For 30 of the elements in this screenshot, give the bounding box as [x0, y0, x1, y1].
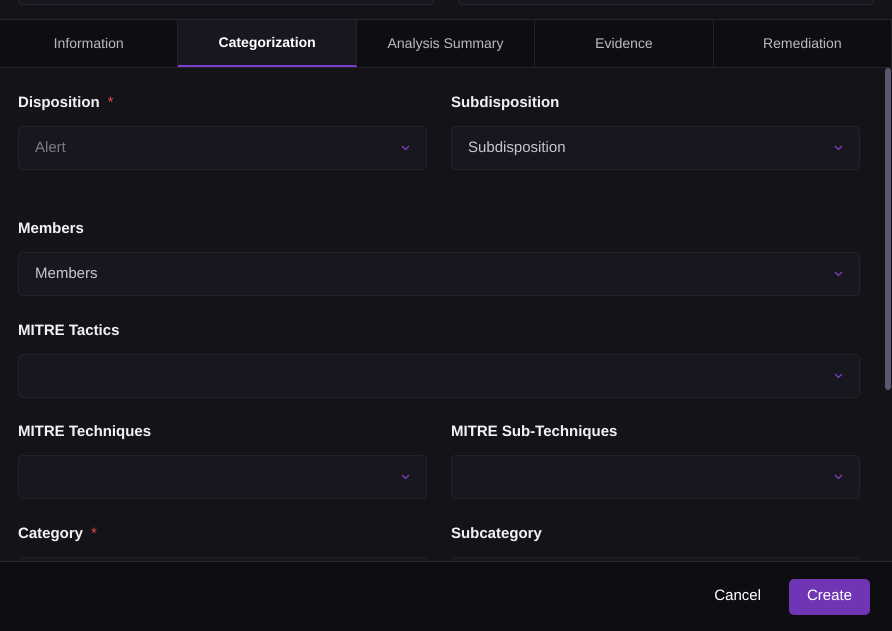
chevron-down-icon — [834, 373, 843, 379]
cancel-button[interactable]: Cancel — [714, 585, 761, 608]
field-label: MITRE Techniques — [18, 422, 152, 442]
chevron-down-icon — [834, 145, 843, 151]
field-label: Disposition — [18, 92, 100, 113]
tab[interactable]: Remediation — [714, 20, 892, 67]
select-field[interactable] — [451, 455, 860, 499]
field-label: MITRE Sub-Techniques — [451, 422, 618, 442]
field-label: Members — [18, 218, 84, 239]
chevron-down-icon — [834, 474, 843, 480]
scrollbar-thumb[interactable] — [885, 68, 891, 390]
tab[interactable]: Evidence — [535, 20, 714, 67]
input-field[interactable] — [458, 0, 874, 5]
chevron-down-icon — [401, 145, 410, 151]
field-label: Category — [18, 524, 84, 544]
required-asterisk: * — [91, 524, 97, 544]
select-field[interactable]: Members — [18, 252, 860, 296]
field-label: Subcategory — [451, 524, 542, 544]
select-field[interactable] — [18, 354, 860, 398]
select-field[interactable]: Subdisposition — [451, 126, 860, 170]
chevron-down-icon — [401, 474, 410, 480]
tab[interactable]: Categorization — [178, 20, 357, 67]
tab[interactable]: Analysis Summary — [356, 20, 536, 67]
required-asterisk: * — [108, 92, 114, 113]
create-button[interactable]: Create — [788, 578, 870, 614]
chevron-down-icon — [834, 271, 843, 277]
select-field[interactable] — [18, 455, 427, 499]
field-label: Subdisposition — [451, 92, 560, 113]
field-label: MITRE Tactics — [18, 320, 120, 341]
input-field[interactable] — [18, 0, 434, 5]
